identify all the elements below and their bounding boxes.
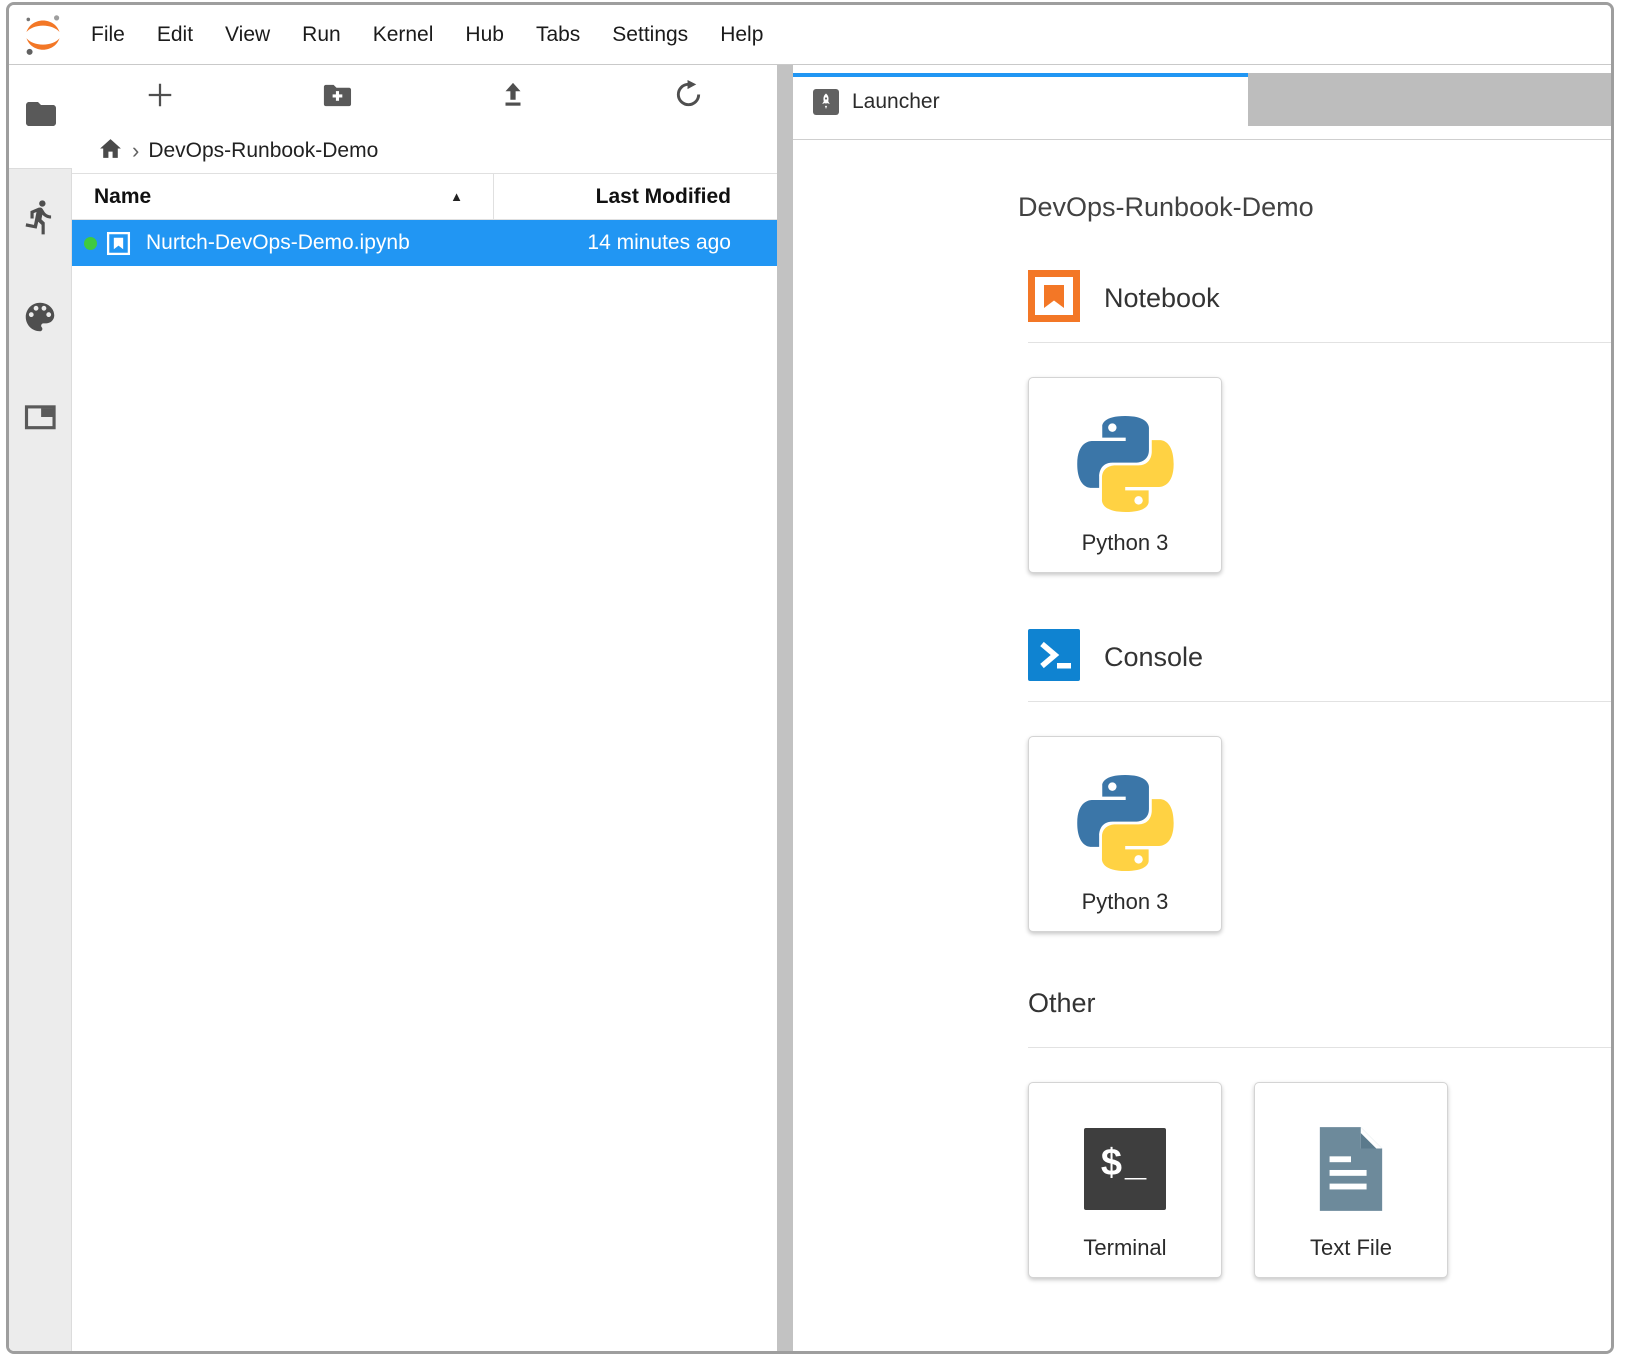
card-text-file[interactable]: Text File	[1254, 1082, 1448, 1278]
breadcrumb-separator: ›	[132, 138, 139, 164]
new-folder-icon	[321, 79, 352, 115]
file-name: Nurtch-DevOps-Demo.ipynb	[146, 231, 410, 255]
terminal-glyph: $_	[1101, 1144, 1149, 1182]
column-modified-label: Last Modified	[596, 185, 731, 209]
plus-icon	[145, 80, 175, 115]
sort-ascending-icon: ▲	[450, 189, 463, 204]
file-modified: 14 minutes ago	[493, 231, 777, 255]
tab-bar-gap	[793, 65, 1611, 73]
column-header-modified[interactable]: Last Modified	[493, 174, 777, 219]
tab-launcher[interactable]: Launcher	[793, 73, 1248, 126]
console-cards: Python 3	[1028, 736, 1611, 932]
card-label: Python 3	[1082, 889, 1169, 915]
menu-item-view[interactable]: View	[209, 23, 286, 47]
dock-tab-bar: Launcher	[793, 73, 1611, 126]
menu-item-settings[interactable]: Settings	[596, 23, 704, 47]
dock-panel: Launcher DevOps-Runbook-Demo Notebook	[793, 65, 1611, 1351]
new-folder-button[interactable]	[248, 65, 424, 129]
section-console-label: Console	[1104, 642, 1203, 673]
launcher-title: DevOps-Runbook-Demo	[1018, 192, 1611, 223]
activity-sidebar	[9, 65, 72, 1351]
breadcrumb-folder[interactable]: DevOps-Runbook-Demo	[148, 139, 378, 163]
jupyter-logo-icon	[21, 13, 65, 57]
palette-icon	[21, 298, 59, 341]
column-header-name[interactable]: Name ▲	[72, 174, 493, 219]
folder-icon	[23, 96, 59, 137]
kernel-running-dot	[84, 237, 97, 250]
section-other-label: Other	[1028, 988, 1096, 1019]
menu-item-tabs[interactable]: Tabs	[520, 23, 596, 47]
sidebar-item-tabs[interactable]	[9, 369, 71, 469]
notebook-icon	[1028, 270, 1080, 327]
python-logo-icon	[1077, 757, 1174, 889]
notebook-cards: Python 3	[1028, 377, 1611, 573]
card-label: Text File	[1310, 1235, 1392, 1261]
tabs-icon	[22, 399, 58, 440]
menu-bar: File Edit View Run Kernel Hub Tabs Setti…	[9, 5, 1611, 65]
notebook-file-icon	[105, 230, 132, 257]
section-notebook-label: Notebook	[1104, 283, 1220, 314]
sidebar-item-running[interactable]	[9, 169, 71, 269]
menu-item-kernel[interactable]: Kernel	[357, 23, 450, 47]
rocket-icon	[813, 89, 839, 115]
card-console-python3[interactable]: Python 3	[1028, 736, 1222, 932]
menu-item-file[interactable]: File	[75, 23, 141, 47]
activity-sidebar-rest	[9, 168, 72, 1351]
python-logo-icon	[1077, 398, 1174, 530]
card-terminal[interactable]: $_ Terminal	[1028, 1082, 1222, 1278]
breadcrumb: › DevOps-Runbook-Demo	[72, 129, 777, 173]
jupyterlab-window: File Edit View Run Kernel Hub Tabs Setti…	[6, 2, 1614, 1354]
sidebar-item-files[interactable]	[9, 65, 72, 168]
terminal-icon: $_	[1084, 1103, 1166, 1235]
card-label: Terminal	[1083, 1235, 1166, 1261]
menu-item-run[interactable]: Run	[286, 23, 357, 47]
file-browser-toolbar	[72, 65, 777, 129]
console-icon	[1028, 629, 1080, 686]
other-cards: $_ Terminal	[1028, 1082, 1611, 1278]
new-launcher-button[interactable]	[72, 65, 248, 129]
section-other: Other	[1028, 988, 1611, 1048]
running-man-icon	[21, 198, 59, 241]
upload-icon	[498, 80, 528, 115]
file-list-header: Name ▲ Last Modified	[72, 173, 777, 220]
upload-button[interactable]	[425, 65, 601, 129]
section-console: Console	[1028, 629, 1611, 702]
card-notebook-python3[interactable]: Python 3	[1028, 377, 1222, 573]
tab-bar-underline	[793, 126, 1611, 140]
refresh-icon	[673, 79, 704, 115]
file-browser-panel: › DevOps-Runbook-Demo Name ▲ Last Modifi…	[72, 65, 777, 1351]
section-notebook: Notebook	[1028, 270, 1611, 343]
panel-splitter[interactable]	[777, 65, 793, 1351]
menu-item-help[interactable]: Help	[704, 23, 779, 47]
column-name-label: Name	[94, 185, 151, 209]
text-file-icon	[1314, 1103, 1388, 1235]
file-row[interactable]: Nurtch-DevOps-Demo.ipynb 14 minutes ago	[72, 220, 777, 266]
refresh-button[interactable]	[601, 65, 777, 129]
home-icon[interactable]	[98, 136, 123, 167]
menu-item-edit[interactable]: Edit	[141, 23, 209, 47]
sidebar-item-commands[interactable]	[9, 269, 71, 369]
file-row-name-cell: Nurtch-DevOps-Demo.ipynb	[72, 230, 493, 257]
menu-item-hub[interactable]: Hub	[449, 23, 520, 47]
launcher-panel: DevOps-Runbook-Demo Notebook	[793, 140, 1611, 1351]
tab-launcher-label: Launcher	[852, 90, 940, 114]
card-label: Python 3	[1082, 530, 1169, 556]
